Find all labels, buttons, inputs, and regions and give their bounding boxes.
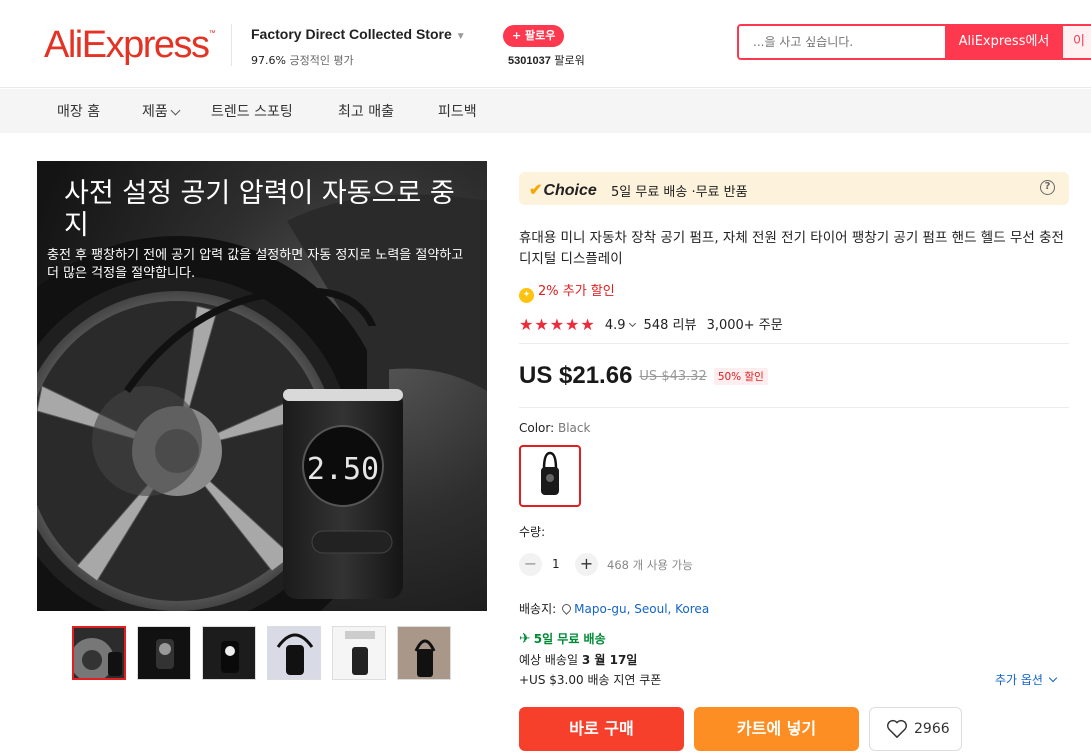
review-count[interactable]: 548 리뷰 <box>644 318 697 333</box>
rating-row: ★★★★★ 4.9 548 리뷰 3,000+ 주문 <box>519 314 783 334</box>
plane-icon: ✈ <box>519 631 531 647</box>
wishlist-count: 2966 <box>914 721 950 737</box>
quantity-value[interactable]: 1 <box>552 557 560 571</box>
quantity-label: 수량: <box>519 525 546 539</box>
store-rating: 97.6% 긍정적인 평가 <box>251 54 354 67</box>
nav-store-home[interactable]: 매장 홈 <box>57 101 100 121</box>
wishlist-button[interactable]: 2966 <box>869 707 962 751</box>
extra-discount[interactable]: ✦ 2% 추가 할인 <box>519 280 615 303</box>
chevron-down-icon <box>170 105 181 116</box>
fast-shipping: ✈ 5일 무료 배송 <box>519 631 606 647</box>
pump-thumbnail-icon <box>541 451 559 495</box>
nav-feedback[interactable]: 피드백 <box>438 101 477 121</box>
search-bar: AliExpress에서 이 <box>737 24 1091 60</box>
help-icon[interactable]: ? <box>1040 180 1055 195</box>
thumbnail-6[interactable] <box>397 626 451 680</box>
coin-icon: ✦ <box>519 288 534 303</box>
heart-icon <box>887 719 907 738</box>
buy-now-button[interactable]: 바로 구매 <box>519 707 684 751</box>
divider <box>519 343 1069 344</box>
quantity-available: 468 개 사용 가능 <box>607 558 693 572</box>
followers-count: 5301037 팔로워 <box>508 54 585 67</box>
svg-text:2.50: 2.50 <box>307 452 379 487</box>
order-count: 3,000+ 주문 <box>706 318 783 333</box>
hero-subtitle: 충전 후 팽창하기 전에 공기 압력 값을 설정하면 자동 정지로 노력을 절약… <box>47 248 464 281</box>
color-swatch-black[interactable] <box>519 445 581 507</box>
store-nav: 매장 홈 제품 트렌드 스포팅 최고 매출 피드백 <box>0 89 1091 133</box>
ship-to: 배송지: Mapo-gu, Seoul, Korea <box>519 602 710 616</box>
thumbnail-3[interactable] <box>202 626 256 680</box>
thumbnail-2[interactable] <box>137 626 191 680</box>
ship-to-location[interactable]: Mapo-gu, Seoul, Korea <box>574 602 709 616</box>
nav-trending[interactable]: 트렌드 스포팅 <box>211 101 293 121</box>
chevron-down-icon <box>628 319 636 328</box>
search-aliexpress-button[interactable]: AliExpress에서 <box>945 26 1063 58</box>
check-icon: ✔ <box>529 182 543 199</box>
nav-products[interactable]: 제품 <box>142 101 181 121</box>
thumbnail-5[interactable] <box>332 626 386 680</box>
aliexpress-logo[interactable]: AliExpress™ <box>44 24 216 67</box>
top-header: AliExpress™ Factory Direct Collected Sto… <box>0 0 1091 88</box>
quantity-increase-button[interactable]: + <box>575 553 598 576</box>
header-divider <box>231 24 232 66</box>
choice-logo: ✔Choice <box>529 182 597 199</box>
thumbnail-1[interactable] <box>72 626 126 680</box>
estimated-delivery: 예상 배송일 3 월 17일 <box>519 653 638 667</box>
quantity-decrease-button[interactable]: − <box>519 553 542 576</box>
product-title: 휴대용 미니 자동차 장착 공기 펌프, 자체 전원 전기 타이어 팽창기 공기… <box>519 230 1064 267</box>
hero-title: 사전 설정 공기 압력이 자동으로 중지 <box>64 178 455 241</box>
original-price: US $43.32 <box>639 368 707 384</box>
search-input[interactable] <box>739 26 945 58</box>
chevron-down-icon <box>1048 673 1058 683</box>
price-row: US $21.66 US $43.32 50% 할인 <box>519 362 768 390</box>
current-price: US $21.66 <box>519 362 633 389</box>
chevron-down-icon: ▼ <box>455 31 466 42</box>
color-label: Color: Black <box>519 421 591 435</box>
star-rating-icon: ★★★★★ <box>519 315 596 334</box>
discount-badge: 50% 할인 <box>713 367 768 385</box>
choice-banner[interactable]: ✔Choice 5일 무료 배송 ·무료 반품 ? <box>519 172 1069 205</box>
more-options-link[interactable]: 추가 옵션 <box>995 671 1058 688</box>
divider <box>519 407 1069 408</box>
store-name[interactable]: Factory Direct Collected Store ▼ <box>251 26 466 42</box>
location-pin-icon <box>560 602 574 615</box>
nav-best-selling[interactable]: 최고 매출 <box>338 101 394 121</box>
search-store-button[interactable]: 이 <box>1063 26 1091 58</box>
add-to-cart-button[interactable]: 카트에 넣기 <box>694 707 859 751</box>
product-main-image[interactable]: 2.50 사전 설정 공기 압력이 자동으로 중지 충전 후 팽창하기 전에 공… <box>37 161 487 611</box>
rating-value[interactable]: 4.9 <box>605 318 626 333</box>
thumbnail-4[interactable] <box>267 626 321 680</box>
follow-button[interactable]: + 팔로우 <box>503 25 565 47</box>
choice-text: 5일 무료 배송 ·무료 반품 <box>611 185 748 200</box>
delay-coupon: +US $3.00 배송 지연 쿠폰 <box>519 673 662 687</box>
